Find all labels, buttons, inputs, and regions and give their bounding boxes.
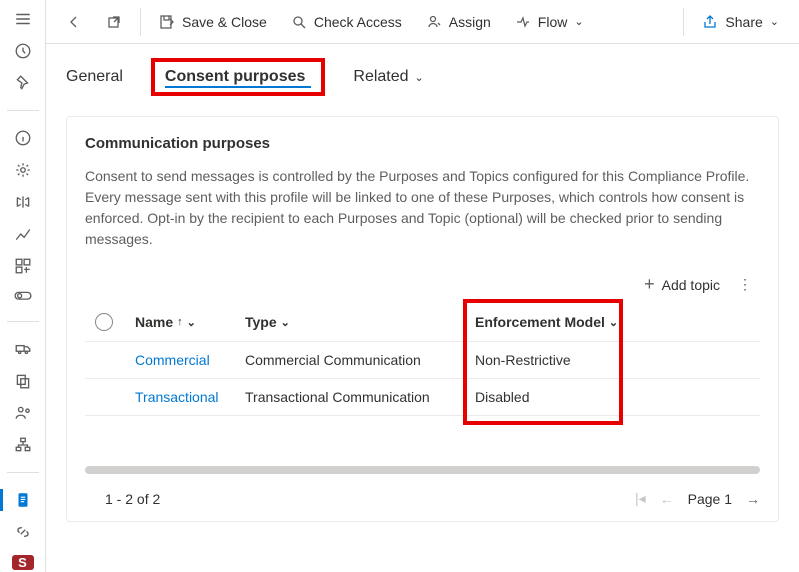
row-type: Commercial Communication [245,352,475,368]
save-close-button[interactable]: Save & Close [151,8,275,36]
gear-icon[interactable] [14,161,32,179]
grid-icon[interactable] [14,257,32,275]
plus-icon: + [644,274,655,295]
table-row[interactable]: Commercial Commercial Communication Non-… [85,342,760,379]
tab-related[interactable]: Related ⌄ [353,62,423,92]
chevron-down-icon: ⌄ [415,71,424,84]
toggle-icon[interactable] [14,289,32,303]
database-icon[interactable] [14,193,32,211]
row-enforcement: Non-Restrictive [475,352,675,368]
document-icon[interactable] [14,491,32,509]
people-icon[interactable] [14,404,32,422]
pager-page-label: Page 1 [688,491,732,507]
check-access-label: Check Access [314,14,402,30]
check-access-button[interactable]: Check Access [283,8,410,36]
chevron-down-icon: ⌄ [770,15,779,28]
sitemap-icon[interactable] [14,436,32,454]
pager-range: 1 - 2 of 2 [105,491,160,507]
link-icon[interactable] [14,523,32,541]
assign-label: Assign [449,14,491,30]
form-tabs: General Consent purposes Related ⌄ [46,44,799,104]
command-bar: Save & Close Check Access Assign Flow ⌄ … [46,0,799,44]
copy-icon[interactable] [14,372,32,390]
user-badge[interactable]: S [12,555,34,570]
save-close-label: Save & Close [182,14,267,30]
chart-icon[interactable] [14,225,32,243]
pager-first-button[interactable]: |◂ [635,490,646,507]
tab-consent-purposes[interactable]: Consent purposes [151,58,325,96]
tab-general[interactable]: General [66,62,123,92]
info-icon[interactable] [14,129,32,147]
add-topic-button[interactable]: + Add topic [644,274,720,295]
header-type[interactable]: Type ⌄ [245,314,475,330]
purposes-table: Name ↑ ⌄ Type ⌄ Enforcement Model ⌄ Comm… [85,303,760,416]
assign-button[interactable]: Assign [418,8,499,36]
pin-icon[interactable] [14,74,32,92]
header-name[interactable]: Name ↑ ⌄ [135,314,245,330]
back-button[interactable] [58,8,90,36]
add-topic-label: Add topic [662,277,720,293]
open-new-button[interactable] [98,8,130,36]
hamburger-icon[interactable] [14,10,32,28]
flow-label: Flow [538,14,568,30]
site-rail: S [0,0,46,572]
table-header: Name ↑ ⌄ Type ⌄ Enforcement Model ⌄ [85,303,760,342]
pager-next-button[interactable]: → [746,491,760,507]
pager-prev-button[interactable]: ← [660,491,674,507]
clock-icon[interactable] [14,42,32,60]
select-all-radio[interactable] [95,313,113,331]
communication-purposes-card: Communication purposes Consent to send m… [66,116,779,522]
row-type: Transactional Communication [245,389,475,405]
row-name-link[interactable]: Commercial [135,352,245,368]
share-button[interactable]: Share ⌄ [694,8,787,36]
table-row[interactable]: Transactional Transactional Communicatio… [85,379,760,416]
horizontal-scrollbar[interactable] [85,466,760,474]
row-name-link[interactable]: Transactional [135,389,245,405]
header-enforcement[interactable]: Enforcement Model ⌄ [475,314,675,330]
card-description: Consent to send messages is controlled b… [85,166,760,250]
truck-icon[interactable] [14,340,32,358]
chevron-down-icon: ⌄ [574,15,583,28]
flow-button[interactable]: Flow ⌄ [507,8,592,36]
row-enforcement: Disabled [475,389,675,405]
share-label: Share [725,14,762,30]
pager: 1 - 2 of 2 |◂ ← Page 1 → [85,490,760,507]
card-title: Communication purposes [85,135,760,152]
more-actions-button[interactable]: ⋮ [738,276,754,293]
